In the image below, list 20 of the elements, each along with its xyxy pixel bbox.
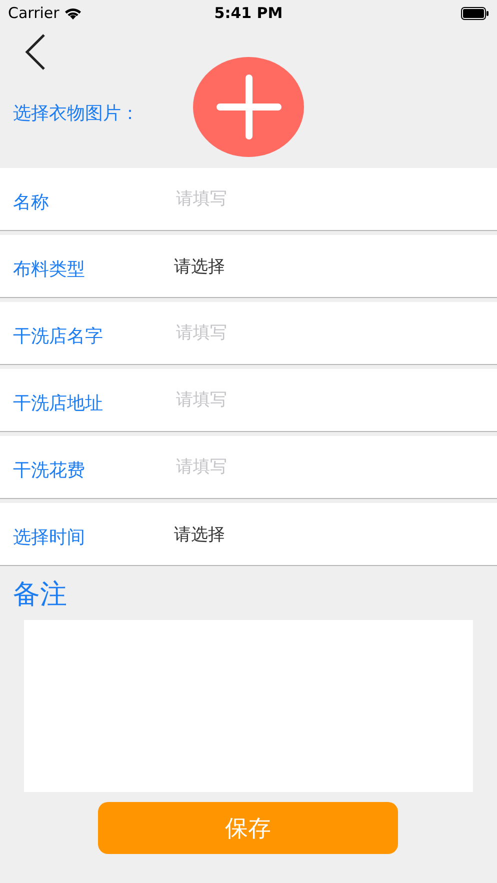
select-button[interactable]: 请选择 — [174, 522, 225, 546]
field-label: 名称 — [12, 191, 50, 214]
carrier-name: Carrier — [8, 4, 60, 22]
remarks-label: 备注 — [13, 578, 67, 612]
photo-label: 选择衣物图片： — [13, 102, 139, 125]
field-label: 干洗店名字 — [12, 325, 104, 348]
battery-icon — [460, 6, 489, 20]
input-row[interactable]: 名称 请填写 — [0, 168, 497, 231]
plus-icon — [216, 74, 282, 140]
select-button[interactable]: 请选择 — [174, 254, 225, 278]
field-label: 布料类型 — [12, 258, 86, 281]
status-time: 5:41 PM — [214, 4, 283, 22]
field-label: 干洗花费 — [12, 459, 86, 482]
wifi-icon — [64, 6, 82, 20]
save-button[interactable]: 保存 — [98, 802, 398, 854]
field-label: 选择时间 — [12, 526, 86, 549]
field-label: 干洗店地址 — [12, 392, 104, 415]
input-row[interactable]: 干洗店名字 请填写 — [0, 302, 497, 365]
input-row[interactable]: 干洗花费 请填写 — [0, 436, 497, 499]
input-row[interactable]: 干洗店地址 请填写 — [0, 369, 497, 432]
